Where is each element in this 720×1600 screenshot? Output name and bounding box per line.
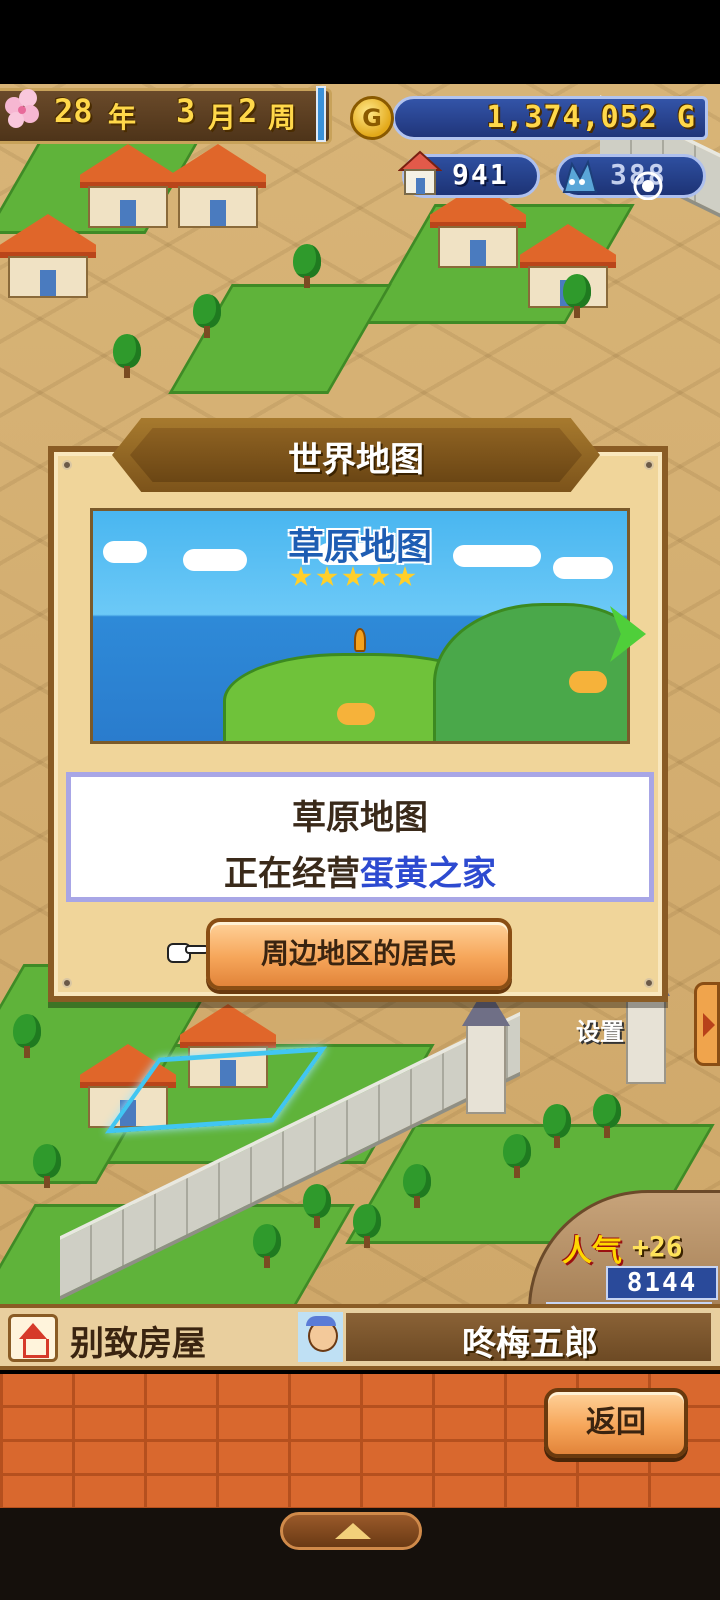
time-gauge	[316, 86, 326, 142]
date-week: 2	[238, 92, 258, 130]
popularity-value: 8144	[626, 1268, 698, 1298]
record-icon[interactable]	[560, 160, 688, 200]
date-year: 28	[54, 92, 93, 130]
date-month: 3	[176, 92, 196, 130]
cherry-blossom-icon	[5, 89, 39, 128]
date-month-unit: 月	[208, 101, 237, 134]
management-status: 正在经营蛋黄之家	[66, 846, 654, 895]
house-icon	[398, 150, 442, 195]
star-icon	[368, 566, 390, 587]
map-name: 草原地图	[292, 798, 428, 838]
dialog-title: 世界地图	[288, 440, 424, 480]
star-icon	[342, 566, 364, 587]
star-icon	[394, 566, 416, 587]
map-pin-icon	[354, 628, 366, 652]
money-value: 1,374,052 G	[486, 100, 696, 135]
building-name: 别致房屋	[70, 1324, 206, 1364]
build-label[interactable]: 设置	[576, 1012, 624, 1047]
nearby-residents-button[interactable]: 周边地区的居民	[206, 918, 512, 990]
popularity-change: +26	[632, 1230, 683, 1263]
star-icon	[290, 566, 312, 587]
side-panel-arrow-button[interactable]	[694, 982, 720, 1066]
status-bar-area	[0, 0, 720, 84]
resident-avatar[interactable]	[298, 1312, 346, 1362]
star-icon	[316, 566, 338, 587]
status-prefix: 正在经营	[224, 854, 360, 894]
date-week-unit: 周	[268, 101, 297, 134]
building-house-icon[interactable]	[8, 1314, 58, 1362]
popularity-label: 人气	[562, 1234, 622, 1269]
population-value: 941	[452, 158, 509, 191]
gold-coin-icon: G	[350, 96, 394, 140]
menu-toggle-button[interactable]	[280, 1512, 422, 1550]
map-preview-title: 草原地图	[287, 527, 432, 568]
date-year-unit: 年	[108, 101, 137, 134]
back-button[interactable]: 返回	[544, 1388, 688, 1458]
resident-name: 咚梅五郎	[462, 1324, 598, 1364]
star-rating	[290, 566, 430, 590]
shop-name: 蛋黄之家	[360, 854, 496, 894]
pointing-hand-icon	[167, 943, 209, 963]
